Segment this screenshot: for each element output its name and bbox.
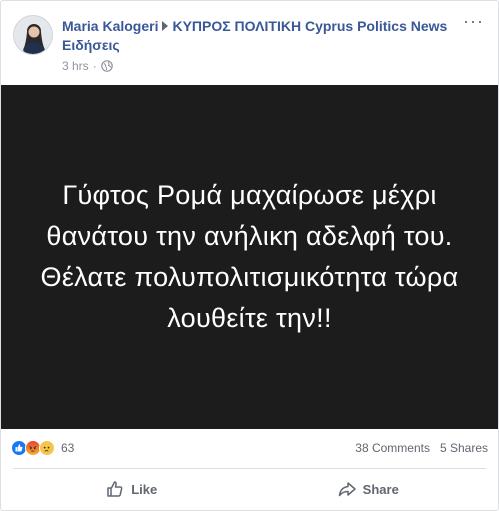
post-meta: 3 hrs ·	[62, 59, 113, 73]
author-avatar[interactable]	[13, 15, 53, 55]
post-header: Maria Kalogeri ΚΥΠΡΟΣ ΠΟΛΙΤΙΚΗ Cyprus Pol…	[1, 1, 498, 85]
reaction-summary[interactable]: 63	[11, 440, 74, 456]
globe-icon[interactable]	[100, 60, 113, 72]
engagement-counts: 38 Comments 5 Shares	[355, 441, 488, 455]
facebook-post: Maria Kalogeri ΚΥΠΡΟΣ ΠΟΛΙΤΙΚΗ Cyprus Pol…	[0, 0, 499, 511]
share-arrow-icon	[338, 482, 356, 497]
thumbs-up-icon	[107, 481, 123, 497]
post-actions: Like Share	[13, 471, 486, 507]
share-label: Share	[362, 481, 399, 497]
author-name[interactable]: Maria Kalogeri	[62, 18, 158, 34]
like-button[interactable]: Like	[13, 473, 250, 505]
post-timestamp[interactable]: 3 hrs	[62, 59, 89, 73]
comments-count[interactable]: 38 Comments	[355, 441, 430, 455]
actions-divider	[13, 468, 486, 469]
share-button[interactable]: Share	[250, 473, 487, 505]
post-image[interactable]: Γύφτος Ρομά μαχαίρωσε μέχρι θανάτου την …	[1, 85, 498, 429]
sad-reaction-icon	[39, 440, 55, 456]
author-line: Maria Kalogeri ΚΥΠΡΟΣ ΠΟΛΙΤΙΚΗ Cyprus Pol…	[62, 17, 452, 55]
reactions-bar: 63 38 Comments 5 Shares	[11, 429, 488, 467]
shares-count[interactable]: 5 Shares	[440, 441, 488, 455]
more-options-icon[interactable]: ···	[463, 12, 484, 30]
post-image-text: Γύφτος Ρομά μαχαίρωσε μέχρι θανάτου την …	[40, 180, 459, 333]
shared-to-arrow-icon	[162, 21, 169, 31]
reaction-count[interactable]: 63	[61, 441, 74, 455]
meta-separator: ·	[92, 59, 97, 73]
like-label: Like	[131, 481, 158, 497]
